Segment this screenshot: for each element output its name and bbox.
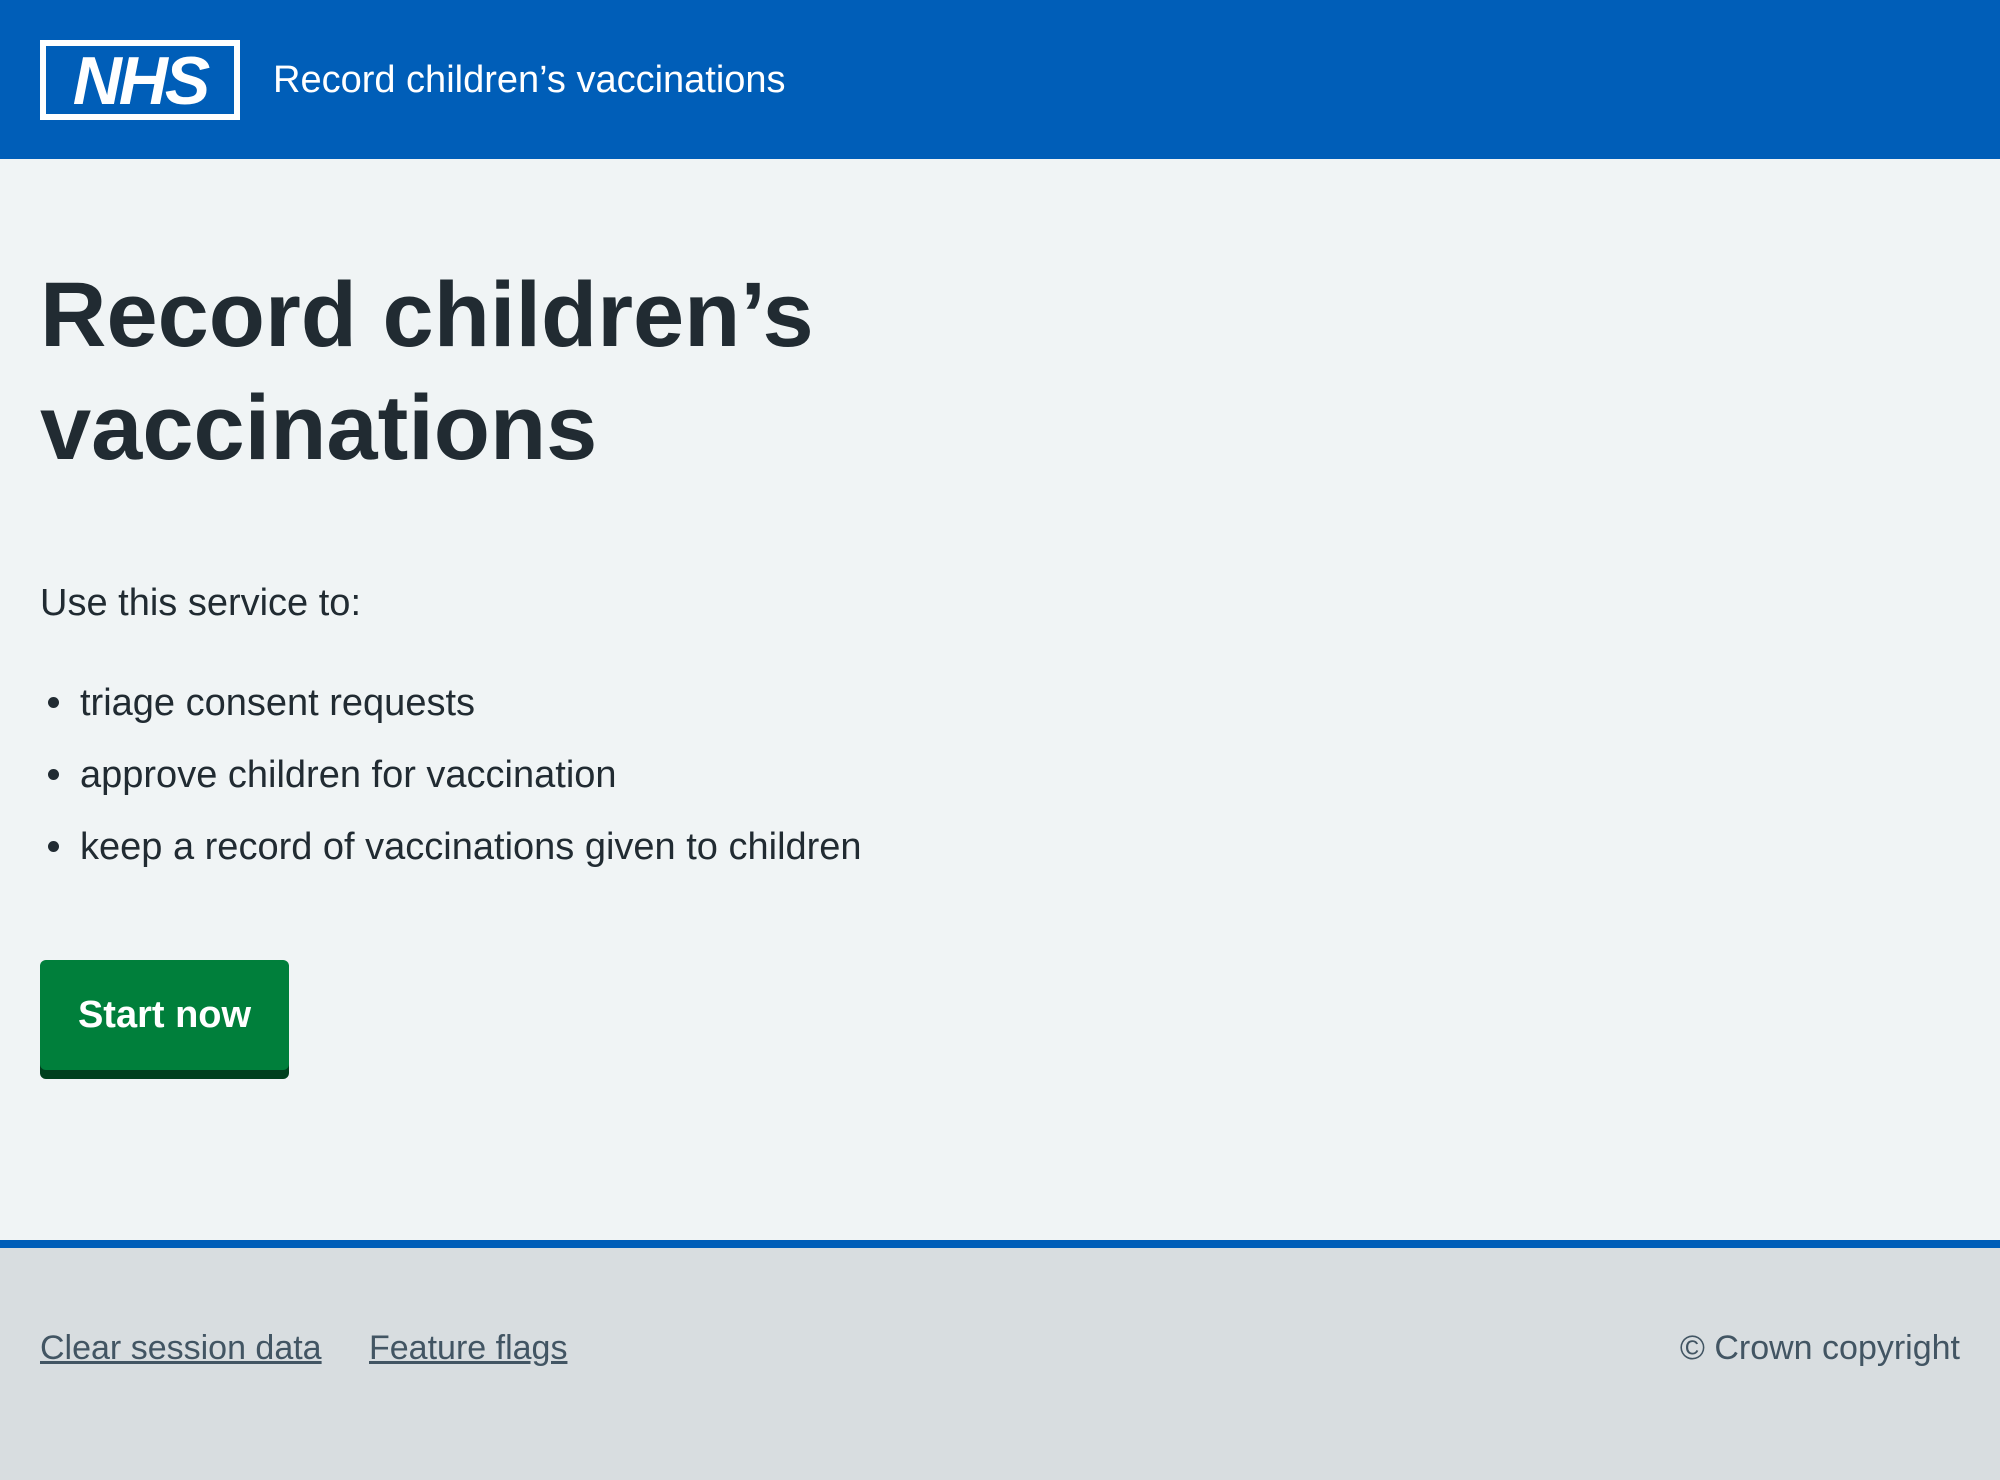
site-footer: Clear session data Feature flags © Crown… [0, 1240, 2000, 1480]
site-header: NHS Record children’s vaccinations [0, 0, 2000, 159]
service-name-link[interactable]: Record children’s vaccinations [273, 52, 786, 108]
feature-flags-link[interactable]: Feature flags [369, 1324, 567, 1372]
page-title: Record children’s vaccinations [40, 264, 814, 479]
list-item-text: approve children for vaccination [80, 754, 617, 796]
svg-text:NHS: NHS [73, 43, 210, 118]
clear-session-data-link[interactable]: Clear session data [40, 1324, 322, 1372]
copyright-text: © Crown copyright [1679, 1329, 1960, 1367]
list-item-text: keep a record of vaccinations given to c… [80, 826, 862, 868]
nhs-logo-icon: NHS [42, 42, 238, 118]
list-item: approve children for vaccination [40, 747, 862, 819]
bullet-icon [48, 697, 59, 708]
start-now-button[interactable]: Start now [40, 960, 289, 1070]
bullet-icon [48, 841, 59, 852]
list-item-text: triage consent requests [80, 682, 476, 724]
list-item: keep a record of vaccinations given to c… [40, 819, 862, 891]
nhs-logo[interactable]: NHS [40, 40, 240, 120]
intro-text: Use this service to: [40, 582, 361, 624]
bullet-icon [48, 769, 59, 780]
list-item: triage consent requests [40, 675, 862, 747]
feature-list: triage consent requests approve children… [40, 675, 862, 891]
